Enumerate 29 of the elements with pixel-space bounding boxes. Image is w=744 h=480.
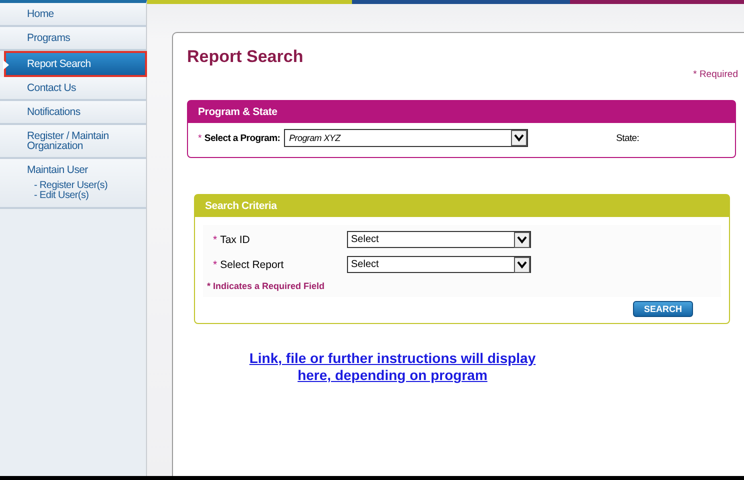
panel-title: Program & State	[188, 101, 735, 123]
dropdown-icon[interactable]	[517, 236, 527, 244]
sidebar-subitem[interactable]: - Edit User(s)	[0, 191, 146, 201]
page-title: Report Search	[187, 47, 304, 67]
sidebar-item[interactable]: Report Search	[4, 51, 147, 77]
required-mark: *	[213, 234, 218, 246]
required-note: * Indicates a Required Field	[207, 281, 326, 291]
required-mark: *	[213, 258, 218, 270]
dropdown-icon[interactable]	[517, 260, 527, 268]
select-dropdown[interactable]: Select	[347, 256, 531, 273]
sidebar-item[interactable]: Programs	[0, 27, 146, 51]
sidebar-item[interactable]: Maintain User - Register User(s) - Edit User(s)	[0, 159, 146, 209]
required-mark: *	[198, 132, 202, 144]
field-label: Select a Program:	[204, 132, 280, 144]
sidebar-subitem[interactable]: - Register User(s)	[0, 181, 146, 191]
program-dropdown[interactable]: Program XYZ	[284, 129, 528, 147]
sidebar-item[interactable]: Home	[0, 3, 146, 27]
field-label: State:	[616, 132, 640, 144]
required-note: * Required	[693, 69, 738, 80]
sidebar-item[interactable]: Register / Maintain Organization	[0, 125, 146, 159]
sidebar-item[interactable]: Contact Us	[0, 77, 146, 101]
panel-title: Search Criteria	[195, 195, 729, 217]
instructions-link[interactable]: Link, file or further instructions will display here, depending on program	[249, 350, 536, 384]
sidebar-item[interactable]: Notifications	[0, 101, 146, 125]
select-dropdown[interactable]: Select	[347, 231, 531, 248]
field-label: Select Report	[220, 258, 284, 270]
field-label: Tax ID	[220, 234, 250, 246]
dropdown-icon[interactable]	[514, 134, 524, 142]
search-button[interactable]: SEARCH	[632, 301, 693, 317]
